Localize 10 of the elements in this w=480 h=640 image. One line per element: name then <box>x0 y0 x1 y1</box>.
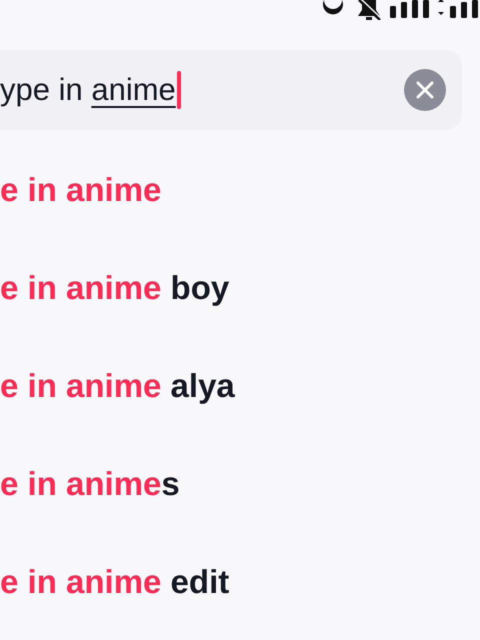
search-suggestion[interactable]: e in anime boy <box>0 268 230 308</box>
search-suggestion[interactable]: e in animes <box>0 464 180 504</box>
signal-icon <box>390 0 480 18</box>
close-icon <box>416 81 434 99</box>
search-input-text: ype in anime <box>0 70 176 109</box>
clear-button[interactable] <box>404 69 446 111</box>
search-field[interactable]: ype in anime <box>0 50 462 130</box>
search-suggestion[interactable]: e in anime alya <box>0 366 235 406</box>
bell-muted-icon <box>356 0 382 20</box>
search-suggestion[interactable]: e in anime edit <box>0 562 230 602</box>
